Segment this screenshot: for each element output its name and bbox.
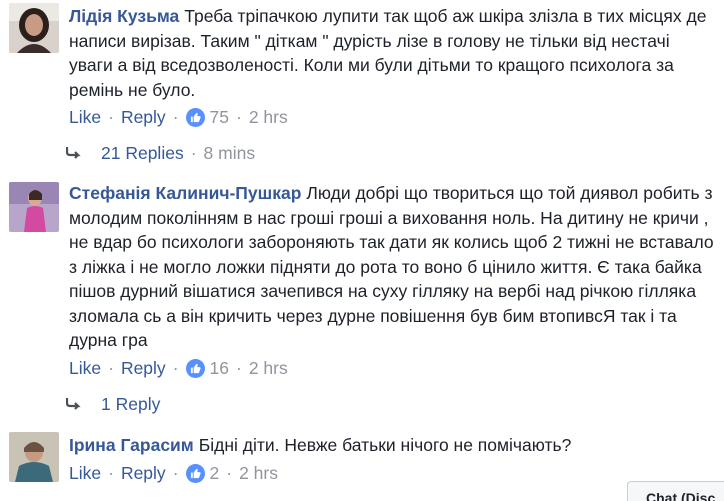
comment-body: Стефанія Калинич-Пушкар Люди добрі що тво… (69, 181, 716, 353)
like-count[interactable]: 16 (185, 357, 229, 379)
like-link[interactable]: Like (69, 358, 101, 379)
chat-tab-label: Chat (Disc (646, 490, 716, 501)
separator: · (108, 462, 114, 483)
avatar[interactable] (9, 182, 59, 232)
replies-link[interactable]: 1 Reply (101, 394, 160, 415)
comment-text: Люди добрі що твориться що той диявол ро… (69, 183, 714, 350)
like-count[interactable]: 75 (185, 106, 229, 128)
separator: · (172, 357, 179, 378)
like-count[interactable]: 2 (185, 462, 220, 484)
comment-body: Ірина Гарасим Бідні діти. Невже батьки ні… (69, 433, 716, 458)
replies-row[interactable]: 21 Replies · 8 mins (66, 141, 255, 165)
comment-author[interactable]: Стефанія Калинич-Пушкар (69, 183, 301, 203)
chat-tab[interactable]: Chat (Disc (627, 481, 724, 501)
thumbs-up-icon (185, 358, 205, 378)
comment-author[interactable]: Ірина Гарасим (69, 435, 194, 455)
replies-link[interactable]: 21 Replies (101, 143, 184, 164)
separator: · (235, 357, 242, 378)
reply-link[interactable]: Reply (121, 463, 166, 484)
comment-actions: Like · Reply · 16 · 2 hrs (69, 356, 288, 380)
separator: · (235, 106, 242, 127)
comment-time[interactable]: 2 hrs (249, 358, 288, 379)
reply-arrow-icon (66, 147, 81, 159)
reply-link[interactable]: Reply (121, 358, 166, 379)
like-count-value: 2 (209, 462, 220, 483)
separator: · (108, 357, 114, 378)
comment-actions: Like · Reply · 2 · 2 hrs (69, 461, 278, 485)
comment-time[interactable]: 2 hrs (249, 107, 288, 128)
separator: · (108, 106, 114, 127)
comment-time[interactable]: 2 hrs (239, 463, 278, 484)
comment-text: Бідні діти. Невже батьки нічого не поміч… (198, 435, 572, 455)
separator: · (190, 142, 197, 163)
comment-body: Лідія Кузьма Треба тріпачкою лупити так щ… (69, 4, 716, 102)
avatar[interactable] (9, 3, 59, 53)
thumbs-up-icon (185, 107, 205, 127)
reply-arrow-icon (66, 398, 81, 410)
thumbs-up-icon (185, 463, 205, 483)
comment-actions: Like · Reply · 75 · 2 hrs (69, 105, 288, 129)
comment-author[interactable]: Лідія Кузьма (69, 6, 179, 26)
like-link[interactable]: Like (69, 107, 101, 128)
avatar[interactable] (9, 432, 59, 482)
separator: · (172, 106, 179, 127)
like-count-value: 16 (209, 357, 229, 378)
replies-time: 8 mins (203, 142, 256, 163)
separator: · (172, 462, 179, 483)
like-link[interactable]: Like (69, 463, 101, 484)
replies-row[interactable]: 1 Reply (66, 392, 160, 416)
separator: · (226, 462, 233, 483)
reply-link[interactable]: Reply (121, 107, 166, 128)
like-count-value: 75 (209, 106, 229, 127)
